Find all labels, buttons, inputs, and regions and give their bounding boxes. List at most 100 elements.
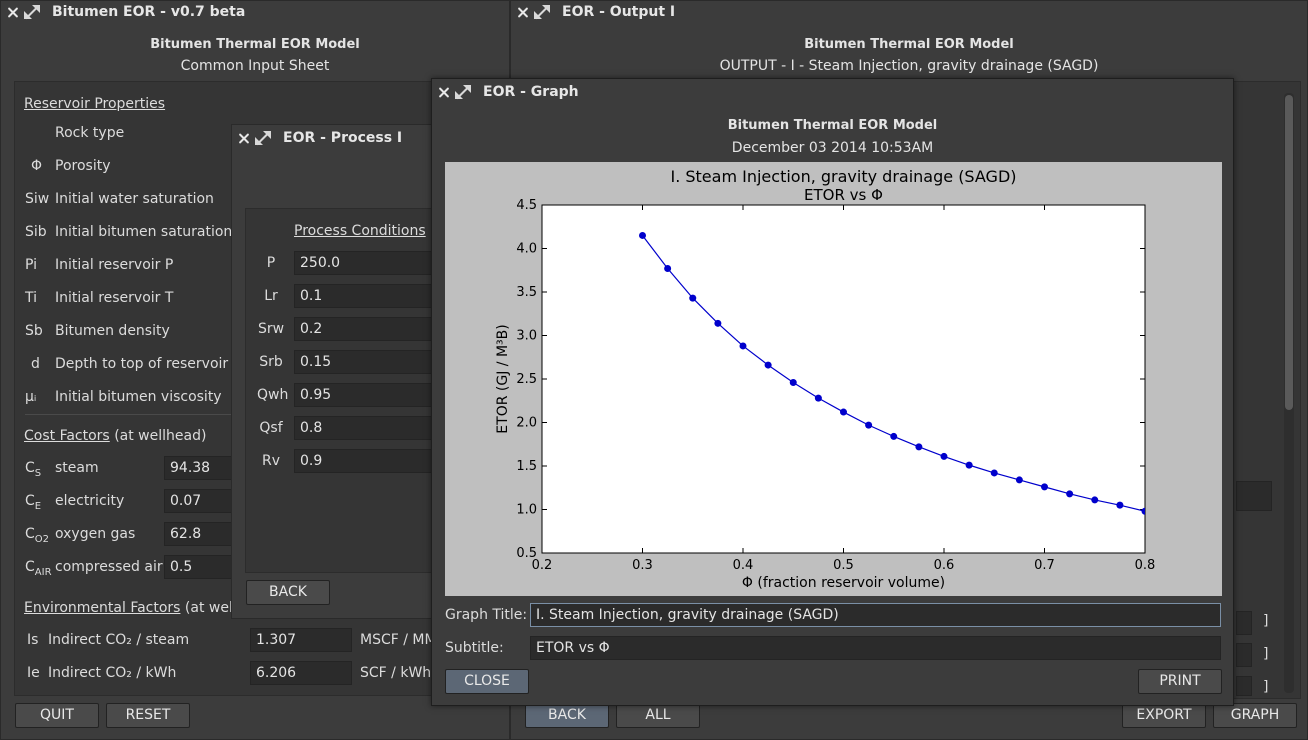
data-point: [764, 361, 772, 369]
y-tick-label: 3.0: [516, 329, 537, 344]
scrollbar[interactable]: [1284, 93, 1294, 693]
output-back-button[interactable]: BACK: [525, 703, 609, 728]
data-point: [639, 231, 646, 239]
cost-symbol-sub: S: [34, 467, 42, 479]
reservoir-label: Rock type: [55, 125, 125, 141]
close-icon[interactable]: [517, 7, 528, 18]
window-title: EOR - Process I: [283, 130, 403, 146]
x-tick-label: 0.4: [733, 558, 754, 573]
cost-symbol-main: C: [25, 493, 35, 509]
scrollbar-thumb[interactable]: [1285, 95, 1293, 410]
y-tick-label: 1.0: [516, 503, 537, 518]
graph-window: EOR - Graph Bitumen Thermal EOR Model De…: [431, 78, 1234, 706]
process-titlebar: EOR - Process I: [232, 127, 445, 149]
data-point: [865, 421, 873, 429]
env-symbol: Ie: [27, 665, 40, 681]
input-heading: Bitumen Thermal EOR Model: [150, 37, 360, 52]
input-titlebar: Bitumen EOR - v0.7 beta: [1, 1, 509, 23]
reservoir-symbol: Φ: [31, 158, 43, 174]
export-button[interactable]: EXPORT: [1122, 703, 1206, 728]
bracket: ]: [1263, 646, 1269, 662]
env-value-input[interactable]: 1.307: [250, 628, 352, 652]
cost-symbol-sub: E: [34, 500, 42, 512]
y-axis-label: ETOR (GJ / M³B): [495, 324, 511, 433]
data-point: [940, 452, 948, 460]
all-button[interactable]: ALL: [616, 703, 700, 728]
output-titlebar: EOR - Output I: [511, 1, 1307, 23]
process-param-label: Srw: [257, 321, 285, 337]
reservoir-symbol: d: [31, 356, 40, 372]
process-window: EOR - Process I Process Conditions P 250.…: [231, 124, 446, 619]
window-title: EOR - Output I: [562, 4, 676, 20]
process-param-input[interactable]: 0.2: [294, 317, 445, 341]
reset-button[interactable]: RESET: [106, 703, 190, 728]
maximize-icon[interactable]: [24, 5, 40, 19]
maximize-icon[interactable]: [255, 131, 271, 145]
y-tick-label: 1.5: [516, 459, 537, 474]
x-axis-label: Φ (fraction reservoir volume): [742, 575, 945, 591]
graph-title-label: Graph Title:: [445, 607, 528, 623]
close-button[interactable]: CLOSE: [445, 669, 529, 694]
process-back-button[interactable]: BACK: [246, 580, 330, 605]
etor-chart: I. Steam Injection, gravity drainage (SA…: [495, 167, 1156, 591]
data-point: [990, 469, 998, 477]
plot-frame: [541, 204, 1146, 554]
close-icon[interactable]: [238, 133, 249, 144]
cost-symbol-sub: AIR: [34, 566, 52, 578]
cost-symbol-main: C: [25, 559, 35, 575]
input-subheading: Common Input Sheet: [180, 58, 330, 74]
process-param-label: Lr: [264, 288, 278, 304]
graph-titlebar: EOR - Graph: [432, 81, 1233, 103]
process-param-input[interactable]: 0.95: [294, 383, 445, 407]
data-point: [1041, 483, 1048, 491]
data-point: [714, 319, 722, 327]
close-icon[interactable]: [7, 7, 18, 18]
process-param-input[interactable]: 0.1: [294, 284, 445, 308]
cost-factors-heading: Cost Factors (at wellhead): [24, 428, 206, 444]
maximize-icon[interactable]: [455, 85, 471, 99]
x-tick-label: 0.7: [1034, 558, 1055, 573]
env-value-input[interactable]: 6.206: [250, 661, 352, 685]
reservoir-symbol: Sb: [25, 323, 43, 339]
maximize-icon[interactable]: [534, 5, 550, 19]
reservoir-label: Depth to top of reservoir: [55, 356, 229, 372]
process-conditions-heading: Process Conditions: [294, 223, 426, 239]
process-param-input[interactable]: 0.9: [294, 449, 445, 473]
y-tick-label: 3.5: [516, 285, 537, 300]
graph-button[interactable]: GRAPH: [1213, 703, 1297, 728]
reservoir-label: Initial water saturation: [55, 191, 214, 207]
output-field: [1236, 611, 1252, 635]
x-tick-label: 0.8: [1135, 558, 1156, 573]
process-param-label: Rv: [261, 453, 280, 469]
process-param-input[interactable]: 0.15: [294, 350, 445, 374]
x-tick-label: 0.3: [632, 558, 653, 573]
cost-symbol: CS: [25, 460, 41, 479]
data-point: [1141, 507, 1145, 515]
cost-symbol-sub: O2: [34, 533, 50, 545]
subtitle-label: Subtitle:: [445, 640, 504, 656]
window-title: EOR - Graph: [483, 84, 579, 100]
cost-factors-title: Cost Factors: [24, 428, 110, 444]
graph-title-input[interactable]: I. Steam Injection, gravity drainage (SA…: [530, 603, 1221, 627]
reservoir-label: Porosity: [55, 158, 111, 174]
close-icon[interactable]: [438, 87, 449, 98]
divider: [25, 414, 235, 415]
env-unit: SCF / kWh: [360, 665, 432, 681]
cost-symbol: CE: [25, 493, 41, 512]
data-point: [915, 443, 923, 451]
y-tick-label: 2.0: [516, 416, 537, 431]
quit-button[interactable]: QUIT: [15, 703, 99, 728]
process-param-label: Qwh: [257, 387, 289, 403]
data-point: [840, 408, 847, 416]
output-field: [1236, 481, 1272, 511]
process-param-label: P: [266, 255, 276, 271]
y-tick-label: 0.5: [516, 546, 537, 561]
env-label: Indirect CO₂ / kWh: [48, 665, 177, 681]
print-button[interactable]: PRINT: [1138, 669, 1222, 694]
subtitle-input[interactable]: ETOR vs Φ: [530, 636, 1221, 660]
reservoir-label: Initial bitumen saturation: [55, 224, 233, 240]
process-param-label: Srb: [259, 354, 283, 370]
process-param-input[interactable]: 250.0: [294, 251, 445, 275]
process-param-input[interactable]: 0.8: [294, 416, 445, 440]
bracket: ]: [1263, 613, 1269, 629]
